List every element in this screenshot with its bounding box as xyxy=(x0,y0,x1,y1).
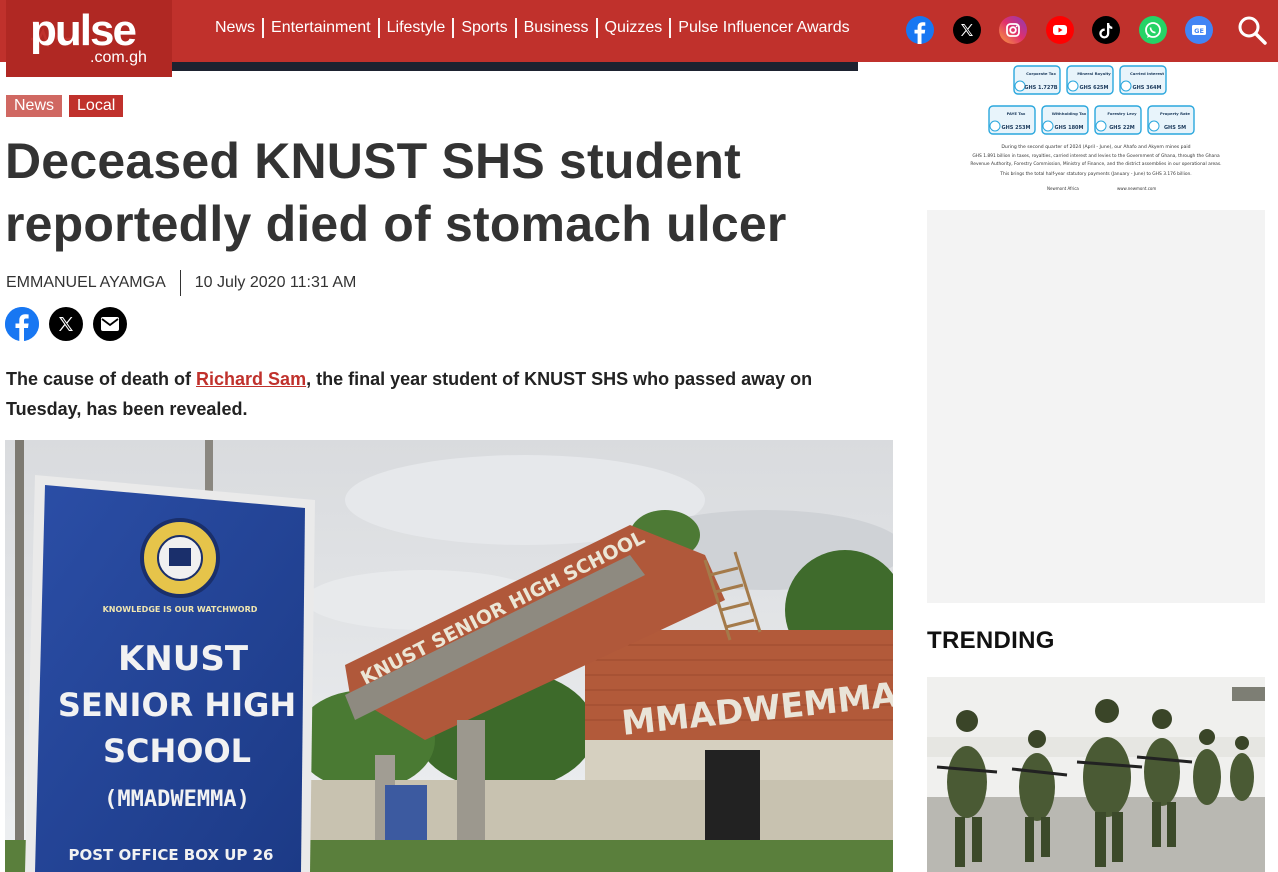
nav-separator xyxy=(595,18,598,38)
main-nav: News Entertainment Lifestyle Sports Business… xyxy=(208,17,857,39)
info-tile-value: GHS 625M xyxy=(1079,85,1108,91)
info-caption-2: GHS 1.891 billion in taxes, royalties, c… xyxy=(972,153,1220,159)
info-tile: Carried Interest GHS 364M xyxy=(1119,65,1167,95)
info-tile-value: GHS 253M xyxy=(1001,125,1030,131)
header-accent-bar xyxy=(172,62,858,71)
whatsapp-icon xyxy=(1144,22,1161,38)
search-icon[interactable] xyxy=(1236,14,1268,46)
instagram-link[interactable] xyxy=(999,16,1027,44)
trending-image[interactable] xyxy=(927,677,1265,872)
email-icon xyxy=(101,317,119,331)
info-caption-3: Revenue Authority, Forestry Commission, … xyxy=(970,161,1221,167)
youtube-link[interactable] xyxy=(1045,16,1074,44)
tiktok-icon xyxy=(1099,23,1113,39)
google-news-icon: GE xyxy=(1192,25,1206,35)
info-tile: Property Rate GHS 5M xyxy=(1147,105,1195,135)
info-tile: Forestry Levy GHS 22M xyxy=(1094,105,1142,135)
article-lead: The cause of death of Richard Sam, the f… xyxy=(6,364,891,424)
tax-infographic: Corporate Tax GHS 1.727B Mineral Royalty GH… xyxy=(927,62,1265,208)
sidebar-ad-infographic[interactable]: Corporate Tax GHS 1.727B Mineral Royalty GH… xyxy=(927,62,1265,208)
facebook-link[interactable] xyxy=(906,16,934,44)
article-date: 10 July 2020 11:31 AM xyxy=(194,274,357,291)
x-icon xyxy=(59,317,73,331)
nav-separator xyxy=(514,18,517,38)
share-buttons xyxy=(5,307,137,341)
crest-motto: KNOWLEDGE IS OUR WATCHWORD xyxy=(103,605,258,614)
share-x-button[interactable] xyxy=(49,307,83,341)
info-tile-label: Property Rate xyxy=(1160,111,1190,116)
sign-line-3: SCHOOL xyxy=(103,732,251,770)
info-tile-label: Corporate Tax xyxy=(1026,71,1056,76)
share-email-button[interactable] xyxy=(93,307,127,341)
info-footer-left: Newmont Africa xyxy=(1047,186,1079,191)
nav-separator xyxy=(669,18,672,38)
info-tile-label: Forestry Levy xyxy=(1107,111,1137,116)
info-tile-value: GHS 5M xyxy=(1164,125,1186,131)
article-meta: EMMANUEL AYAMGA 10 July 2020 11:31 AM xyxy=(6,270,356,296)
sidebar-ad-slot xyxy=(927,210,1265,603)
x-icon xyxy=(960,24,973,36)
lead-text-start: The cause of death of xyxy=(6,369,197,389)
share-facebook-button[interactable] xyxy=(5,307,39,341)
soldiers-march-photo xyxy=(927,677,1265,872)
nav-separator xyxy=(377,18,380,38)
article-hero-image: MMADWEMMA KNUST SENIOR HIGH SCHOOL KNOWL… xyxy=(5,440,893,872)
nav-item-pulse-influencer-awards[interactable]: Pulse Influencer Awards xyxy=(671,17,856,39)
sign-line-1: KNUST xyxy=(118,639,249,679)
richard-sam-link[interactable]: Richard Sam xyxy=(196,369,306,389)
social-links: GE xyxy=(906,16,1232,44)
facebook-icon xyxy=(914,22,926,44)
article-tags: News Local xyxy=(6,95,130,117)
google-news-link[interactable]: GE xyxy=(1185,16,1213,44)
whatsapp-link[interactable] xyxy=(1138,16,1167,44)
article-title: Deceased KNUST SHS student reportedly di… xyxy=(5,133,787,252)
info-tile: Mineral Royalty GHS 625M xyxy=(1066,65,1114,95)
article-author[interactable]: EMMANUEL AYAMGA xyxy=(6,274,166,292)
info-tile-label: Mineral Royalty xyxy=(1077,71,1111,76)
info-footer-right: www.newmont.com xyxy=(1117,186,1156,191)
info-tile-value: GHS 180M xyxy=(1054,125,1083,131)
tag-news[interactable]: News xyxy=(6,95,63,117)
tag-local[interactable]: Local xyxy=(69,95,124,117)
x-link[interactable] xyxy=(952,16,981,44)
nav-item-lifestyle[interactable]: Lifestyle xyxy=(380,17,453,39)
info-tile: Withholding Tax GHS 180M xyxy=(1041,105,1089,135)
youtube-icon xyxy=(1052,25,1067,35)
info-tile-label: Carried Interest xyxy=(1130,71,1164,76)
info-caption-1: During the second quarter of 2024 (April… xyxy=(1001,144,1190,150)
logo-domain: .com.gh xyxy=(90,49,147,66)
nav-item-entertainment[interactable]: Entertainment xyxy=(264,17,378,39)
site-logo[interactable]: pulse .com.gh xyxy=(6,0,172,77)
info-tile: Corporate Tax GHS 1.727B xyxy=(1013,65,1061,95)
instagram-icon xyxy=(1006,23,1020,37)
info-tile: PAYE Tax GHS 253M xyxy=(988,105,1036,135)
sign-line-5: POST OFFICE BOX UP 26 xyxy=(68,846,273,864)
nav-separator xyxy=(262,18,265,38)
school-gate-photo: MMADWEMMA KNUST SENIOR HIGH SCHOOL KNOWL… xyxy=(5,440,893,872)
facebook-icon xyxy=(5,307,39,341)
nav-separator xyxy=(452,18,455,38)
info-caption-4: This brings the total half-year statutor… xyxy=(999,171,1191,177)
info-tile-value: GHS 364M xyxy=(1132,85,1161,91)
sign-line-4: (MMADWEMMA) xyxy=(104,787,250,812)
nav-item-business[interactable]: Business xyxy=(517,17,596,39)
meta-divider xyxy=(179,270,181,296)
sign-line-2: SENIOR HIGH xyxy=(58,686,296,724)
tiktok-link[interactable] xyxy=(1092,16,1120,44)
info-tile-value: GHS 1.727B xyxy=(1024,85,1057,91)
nav-item-sports[interactable]: Sports xyxy=(454,17,514,39)
info-tile-value: GHS 22M xyxy=(1109,125,1135,131)
nav-item-quizzes[interactable]: Quizzes xyxy=(598,17,670,39)
nav-item-news[interactable]: News xyxy=(208,17,262,39)
info-tile-label: Withholding Tax xyxy=(1052,111,1087,116)
trending-heading: TRENDING xyxy=(927,627,1055,654)
info-tile-label: PAYE Tax xyxy=(1007,111,1026,116)
svg-text:GE: GE xyxy=(1194,27,1204,35)
